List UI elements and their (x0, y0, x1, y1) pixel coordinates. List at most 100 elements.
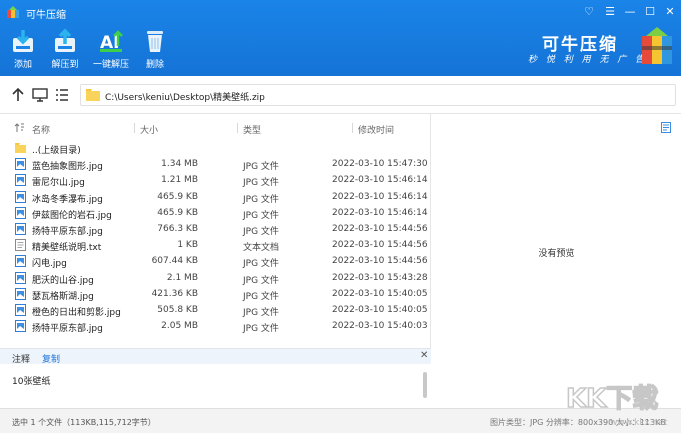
file-type: JPG 文件 (243, 226, 279, 237)
file-size: 465.9 KB (157, 191, 198, 202)
delete-button[interactable]: 删除 (132, 28, 178, 72)
minimize-button[interactable]: — (621, 3, 639, 21)
file-modified: 2022-03-10 15:46:14 (332, 191, 428, 202)
image-file-icon (15, 190, 26, 203)
file-name: 扬特平原东部.jpg (32, 324, 103, 335)
file-type: 文本文档 (243, 243, 280, 254)
file-row[interactable]: 精美壁纸说明.txt 1 KB 文本文档 2022-03-10 15:44:56 (0, 237, 431, 253)
text-file-icon (15, 239, 26, 252)
file-row[interactable]: 蓝色抽象图形.jpg 1.34 MB JPG 文件 2022-03-10 15:47:… (0, 156, 431, 172)
column-divider[interactable] (134, 123, 135, 133)
file-modified: 2022-03-10 15:46:14 (332, 175, 428, 186)
title-bar: 可牛压缩 ♡ ☰ — ☐ ✕ (0, 0, 681, 24)
file-name: 闪电.jpg (32, 259, 67, 270)
favorite-icon[interactable]: ♡ (580, 3, 598, 21)
path-text: C:\Users\keniu\Desktop\精美壁纸.zip (105, 93, 265, 103)
file-modified: 2022-03-10 15:40:03 (332, 321, 428, 332)
file-type: JPG 文件 (243, 178, 279, 189)
brand-archive-icon (642, 27, 672, 64)
add-icon (13, 30, 33, 52)
app-logo-icon (7, 6, 19, 18)
file-name: 橙色的日出和剪影.jpg (32, 307, 121, 318)
up-arrow-icon[interactable] (8, 85, 28, 105)
file-row[interactable]: 肥沃的山谷.jpg 2.1 MB JPG 文件 2022-03-10 15:43:28 (0, 270, 431, 286)
column-header: 名称 大小 类型 修改时间 (0, 118, 431, 138)
comment-scrollbar[interactable] (423, 372, 427, 398)
extract-to-button[interactable]: 解压到 (42, 28, 88, 72)
add-label: 添加 (13, 60, 32, 70)
image-file-icon (15, 303, 26, 316)
file-row[interactable]: ..(上级目录) (0, 140, 431, 156)
file-row[interactable]: 扬特平原东部.jpg 766.3 KB JPG 文件 2022-03-10 15:44… (0, 221, 431, 237)
add-button[interactable]: 添加 (0, 28, 46, 72)
file-name: ..(上级目录) (32, 146, 81, 156)
file-row[interactable]: 雷尼尔山.jpg 1.21 MB JPG 文件 2022-03-10 15:46:14 (0, 172, 431, 188)
column-divider[interactable] (352, 123, 353, 133)
sort-icon[interactable] (14, 123, 25, 133)
one-click-extract-label: 一键解压 (92, 60, 129, 70)
file-modified: 2022-03-10 15:43:28 (332, 272, 428, 283)
file-row[interactable]: 瑟瓦格斯湖.jpg 421.36 KB JPG 文件 2022-03-10 15:40… (0, 286, 431, 302)
file-type: JPG 文件 (243, 307, 279, 318)
image-file-icon (15, 174, 26, 187)
file-modified: 2022-03-10 15:44:56 (332, 256, 428, 267)
image-file-icon (15, 255, 26, 268)
file-type: JPG 文件 (243, 162, 279, 173)
one-click-extract-icon: AI (100, 30, 123, 53)
column-divider[interactable] (237, 123, 238, 133)
path-bar: C:\Users\keniu\Desktop\精美壁纸.zip (0, 76, 681, 114)
close-button[interactable]: ✕ (661, 3, 679, 21)
file-row[interactable]: 伊兹图伦的岩石.jpg 465.9 KB JPG 文件 2022-03-10 15:4… (0, 205, 431, 221)
image-file-icon (15, 287, 26, 300)
menu-icon[interactable]: ☰ (601, 3, 619, 21)
column-name[interactable]: 名称 (32, 123, 50, 136)
file-size: 1.34 MB (161, 159, 198, 170)
image-file-icon (15, 158, 26, 171)
preview-toggle-icon[interactable] (661, 122, 671, 133)
file-name: 雷尼尔山.jpg (32, 178, 85, 189)
file-row[interactable]: 闪电.jpg 607.44 KB JPG 文件 2022-03-10 15:44:56 (0, 253, 431, 269)
file-type: JPG 文件 (243, 291, 279, 302)
comment-text: 10张壁纸 (12, 377, 51, 387)
file-rows: ..(上级目录) 蓝色抽象图形.jpg 1.34 MB JPG 文件 2022-03-1… (0, 140, 431, 334)
file-modified: 2022-03-10 15:46:14 (332, 207, 428, 218)
column-type[interactable]: 类型 (243, 123, 261, 136)
no-preview-text: 没有预览 (538, 249, 575, 259)
file-name: 冰岛冬季瀑布.jpg (32, 194, 103, 205)
comment-close-icon[interactable]: ✕ (420, 350, 428, 361)
site-watermark: KK下载 www.kkx.net (560, 374, 681, 433)
file-name: 瑟瓦格斯湖.jpg (32, 291, 94, 302)
file-name: 扬特平原东部.jpg (32, 226, 103, 237)
computer-icon[interactable] (30, 85, 50, 105)
file-name: 伊兹图伦的岩石.jpg (32, 210, 112, 221)
file-type: JPG 文件 (243, 324, 279, 335)
column-modified[interactable]: 修改时间 (358, 123, 394, 136)
file-row[interactable]: 扬特平原东部.jpg 2.05 MB JPG 文件 2022-03-10 15:40:… (0, 318, 431, 334)
image-file-icon (15, 271, 26, 284)
file-row[interactable]: 冰岛冬季瀑布.jpg 465.9 KB JPG 文件 2022-03-10 15:46… (0, 189, 431, 205)
maximize-button[interactable]: ☐ (641, 3, 659, 21)
file-type: JPG 文件 (243, 275, 279, 286)
preview-pane: 没有预览 (432, 114, 681, 408)
file-modified: 2022-03-10 15:40:05 (332, 304, 428, 315)
delete-label: 删除 (145, 60, 164, 70)
file-modified: 2022-03-10 15:44:56 (332, 240, 428, 251)
watermark-text: KK下载 (565, 383, 659, 415)
folder-file-icon (15, 143, 26, 153)
list-view-icon[interactable] (52, 85, 72, 105)
file-type: JPG 文件 (243, 194, 279, 205)
comment-area[interactable]: 10张壁纸 (0, 364, 431, 408)
folder-icon (86, 89, 100, 101)
file-size: 1.21 MB (161, 175, 198, 186)
file-row[interactable]: 橙色的日出和剪影.jpg 505.8 KB JPG 文件 2022-03-10 15:… (0, 302, 431, 318)
file-list: 名称 大小 类型 修改时间 ..(上级目录) 蓝色抽象图形.jpg 1.34 MB J… (0, 114, 431, 374)
path-field[interactable]: C:\Users\keniu\Desktop\精美壁纸.zip (80, 84, 676, 106)
header-bar: 可牛压缩 ♡ ☰ — ☐ ✕ 添加 解压到 AI 一键解压 删除 可牛压缩 秒 … (0, 0, 681, 76)
file-modified: 2022-03-10 15:40:05 (332, 288, 428, 299)
delete-icon (147, 31, 163, 52)
column-size[interactable]: 大小 (140, 123, 158, 136)
file-size: 2.05 MB (161, 321, 198, 332)
file-size: 2.1 MB (166, 272, 198, 283)
one-click-extract-button[interactable]: AI 一键解压 (88, 28, 134, 72)
file-size: 421.36 KB (151, 288, 198, 299)
